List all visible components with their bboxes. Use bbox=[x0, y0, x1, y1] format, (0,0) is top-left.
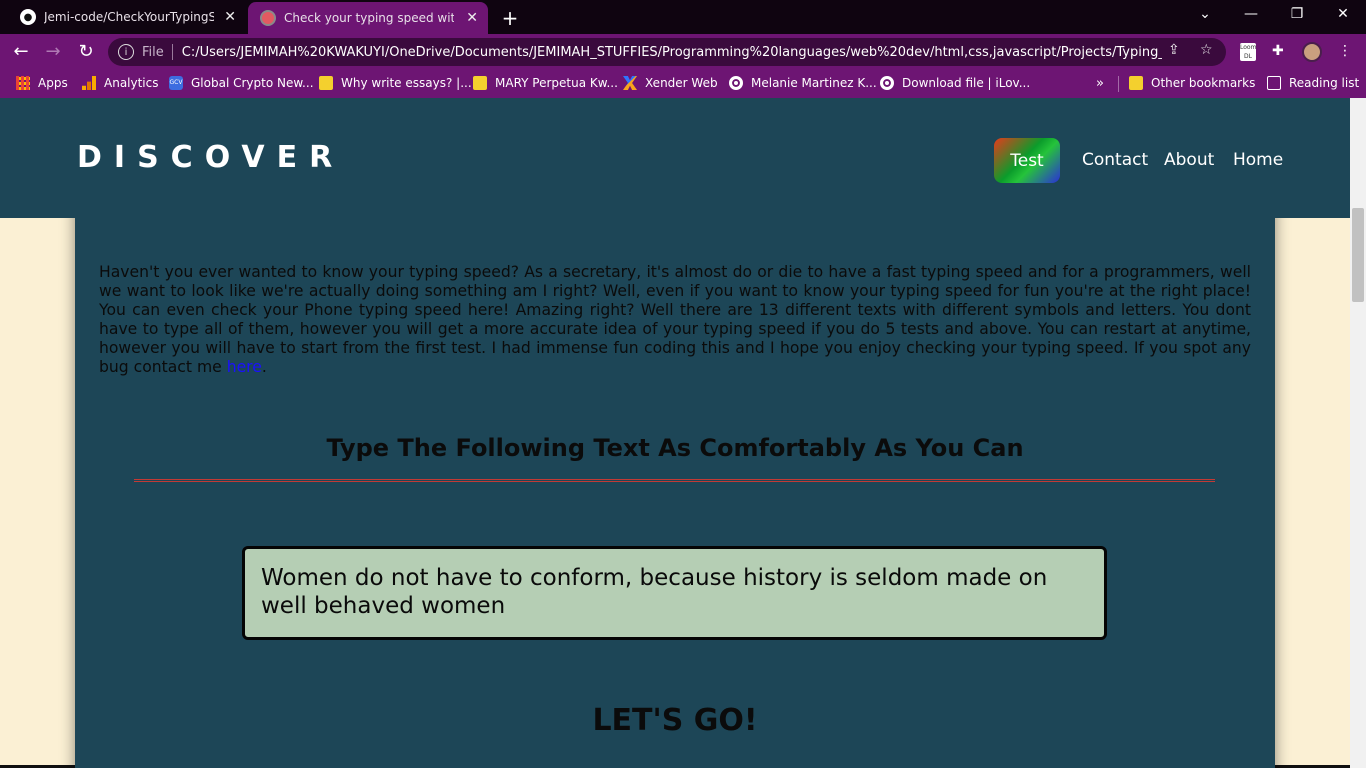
tab-typing-speed[interactable]: Check your typing speed with Jemimah ✕ bbox=[248, 2, 488, 34]
menu-kebab-icon[interactable]: ⋮ bbox=[1338, 43, 1352, 59]
site-header: DISCOVER Test Contact About Home bbox=[0, 98, 1350, 218]
intro-paragraph: Haven't you ever wanted to know your typ… bbox=[99, 263, 1251, 377]
bookmark-label: Why write essays? |... bbox=[341, 76, 472, 90]
site-favicon-icon bbox=[260, 10, 276, 26]
bookmark-star-icon[interactable]: ☆ bbox=[1200, 42, 1213, 58]
contact-here-link[interactable]: here bbox=[227, 358, 262, 376]
sample-text-box: Women do not have to conform, because hi… bbox=[242, 546, 1107, 640]
new-tab-button[interactable]: + bbox=[500, 6, 520, 30]
github-icon: ● bbox=[20, 9, 36, 25]
share-icon[interactable]: ⇪ bbox=[1168, 42, 1180, 58]
bookmark-label: Apps bbox=[38, 76, 68, 90]
scrollbar-thumb[interactable] bbox=[1352, 208, 1364, 302]
bookmark-label: Reading list bbox=[1289, 76, 1360, 90]
tab-strip: ● Jemi-code/CheckYourTypingSpeed ✕ Check… bbox=[0, 0, 1366, 34]
bookmark-download-file[interactable]: Download file | iLov... bbox=[880, 76, 1030, 90]
globe-icon bbox=[729, 76, 743, 90]
forward-button[interactable]: → bbox=[42, 41, 64, 62]
minimize-button[interactable]: — bbox=[1241, 6, 1261, 22]
bookmark-essays[interactable]: Why write essays? |... bbox=[319, 76, 472, 90]
tab-search-icon[interactable]: ⌄ bbox=[1195, 6, 1215, 22]
tab-close-icon[interactable]: ✕ bbox=[224, 9, 236, 25]
reading-list-icon bbox=[1267, 76, 1281, 90]
bookmark-label: Melanie Martinez K... bbox=[751, 76, 877, 90]
gcv-icon: GCV bbox=[169, 76, 183, 90]
lets-go-button[interactable]: LET'S GO! bbox=[75, 703, 1275, 738]
bookmark-melanie[interactable]: Melanie Martinez K... bbox=[729, 76, 877, 90]
bookmark-mary[interactable]: MARY Perpetua Kw... bbox=[473, 76, 618, 90]
note-icon bbox=[473, 76, 487, 90]
bookmark-label: Xender Web bbox=[645, 76, 718, 90]
bookmark-analytics[interactable]: Analytics bbox=[82, 76, 159, 90]
close-window-button[interactable]: ✕ bbox=[1333, 6, 1353, 22]
analytics-icon bbox=[82, 76, 96, 90]
reload-button[interactable]: ↻ bbox=[75, 41, 97, 62]
tab-title: Check your typing speed with Jemimah bbox=[284, 11, 454, 25]
page-scrollbar[interactable] bbox=[1350, 98, 1366, 768]
site-logo[interactable]: DISCOVER bbox=[77, 140, 344, 175]
tab-title: Jemi-code/CheckYourTypingSpeed bbox=[44, 10, 214, 24]
site-info-icon[interactable]: i bbox=[118, 44, 134, 60]
nav-about-link[interactable]: About bbox=[1164, 150, 1214, 170]
other-bookmarks[interactable]: Other bookmarks bbox=[1129, 76, 1255, 90]
bookmarks-overflow-icon[interactable]: » bbox=[1096, 76, 1104, 91]
heading-divider bbox=[134, 479, 1215, 482]
bookmark-global-crypto[interactable]: GCV Global Crypto New... bbox=[169, 76, 314, 90]
tab-github-repo[interactable]: ● Jemi-code/CheckYourTypingSpeed ✕ bbox=[8, 0, 246, 34]
bookmarks-divider bbox=[1118, 76, 1119, 92]
bookmark-apps[interactable]: Apps bbox=[16, 76, 68, 90]
bookmark-label: Analytics bbox=[104, 76, 159, 90]
back-button[interactable]: ← bbox=[10, 41, 32, 62]
apps-grid-icon bbox=[16, 76, 30, 90]
bookmark-label: Other bookmarks bbox=[1151, 76, 1256, 90]
bookmark-label: Global Crypto New... bbox=[191, 76, 314, 90]
nav-test-button[interactable]: Test bbox=[994, 138, 1060, 183]
nav-home-link[interactable]: Home bbox=[1233, 150, 1283, 170]
extensions-puzzle-icon[interactable]: ✚ bbox=[1272, 43, 1284, 59]
restore-button[interactable]: ❐ bbox=[1287, 6, 1307, 22]
web-page: DISCOVER Test Contact About Home Haven't… bbox=[0, 98, 1350, 768]
reading-list[interactable]: Reading list bbox=[1267, 76, 1359, 90]
url-text[interactable]: C:/Users/JEMIMAH%20KWAKUYI/OneDrive/Docu… bbox=[182, 45, 1162, 60]
address-bar[interactable]: i File C:/Users/JEMIMAH%20KWAKUYI/OneDri… bbox=[108, 38, 1226, 66]
address-divider bbox=[171, 44, 173, 60]
globe-icon bbox=[880, 76, 894, 90]
url-scheme: File bbox=[142, 44, 164, 60]
bookmarks-bar: Apps Analytics GCV Global Crypto New... … bbox=[0, 70, 1366, 98]
intro-end: . bbox=[261, 358, 267, 376]
bookmark-label: Download file | iLov... bbox=[902, 76, 1031, 90]
loom-extension-icon[interactable]: Loom DL bbox=[1240, 43, 1256, 61]
bookmark-xender[interactable]: Xender Web bbox=[623, 76, 718, 90]
folder-icon bbox=[1129, 76, 1143, 90]
profile-avatar[interactable] bbox=[1302, 42, 1322, 62]
bookmark-label: MARY Perpetua Kw... bbox=[495, 76, 618, 90]
xender-icon bbox=[623, 76, 637, 90]
browser-toolbar: ← → ↻ i File C:/Users/JEMIMAH%20KWAKUYI/… bbox=[0, 34, 1366, 70]
instruction-heading: Type The Following Text As Comfortably A… bbox=[326, 434, 1024, 462]
intro-text: Haven't you ever wanted to know your typ… bbox=[99, 263, 1251, 376]
nav-contact-link[interactable]: Contact bbox=[1082, 150, 1148, 170]
tab-close-icon[interactable]: ✕ bbox=[466, 10, 478, 26]
essay-icon bbox=[319, 76, 333, 90]
